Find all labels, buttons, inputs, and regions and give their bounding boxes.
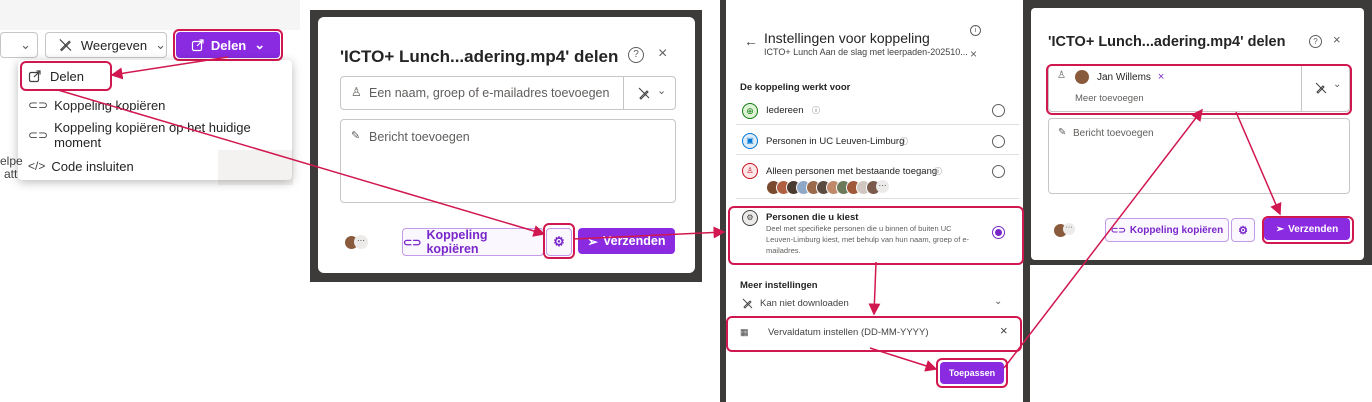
building-icon: ▣ <box>742 133 758 149</box>
info-icon: ⓘ <box>934 167 942 176</box>
link-icon: ⊂⊃ <box>28 128 49 142</box>
send-highlight <box>1262 216 1354 244</box>
edit-icon: ✎ <box>1058 127 1067 138</box>
radio-iedereen[interactable] <box>992 104 1005 117</box>
expiry-highlight <box>726 316 1022 352</box>
section-label: De koppeling werkt voor <box>740 82 851 93</box>
name-input-placeholder: Een naam, groep of e-mailadres toevoegen <box>369 86 610 100</box>
option-uc-leuven-limburg[interactable]: ▣ Personen in UC Leuven-Limburg ⓘ <box>736 128 1019 155</box>
person-icon: ♙ <box>742 163 758 179</box>
send-button[interactable]: ➢ Verzenden <box>578 228 675 254</box>
copy-link-button[interactable]: ⊂⊃ Koppeling kopiëren <box>1105 218 1229 242</box>
option-label: Iedereen <box>766 105 804 116</box>
menu-item-label: Koppeling kopiëren op het huidige moment <box>54 120 251 150</box>
close-icon[interactable]: × <box>658 45 667 63</box>
send-label: Verzenden <box>602 234 666 248</box>
menu-item-koppeling-huidig-moment[interactable]: ⊂⊃ Koppeling kopiëren op het huidige mom… <box>28 120 292 150</box>
link-icon: ⊂⊃ <box>28 98 49 112</box>
input-divider <box>623 77 624 109</box>
settings-gear-button[interactable]: ⚙ <box>1231 218 1255 242</box>
download-setting-label: Kan niet downloaden <box>760 298 849 309</box>
globe-icon: ⊕ <box>742 103 758 119</box>
no-pen-icon[interactable] <box>637 86 651 100</box>
option-label: Alleen personen met bestaande toegang <box>766 166 938 177</box>
no-download-icon <box>742 298 753 309</box>
copy-link-label: Koppeling kopiëren <box>426 228 488 256</box>
recipients-highlight <box>1046 64 1352 115</box>
share-menu: Delen ⊂⊃ Koppeling kopiëren ⊂⊃ Koppeling… <box>18 60 292 180</box>
more-settings-label: Meer instellingen <box>740 280 818 291</box>
selected-option-highlight <box>728 206 1024 265</box>
settings-title: Instellingen voor koppeling <box>764 30 930 46</box>
dialog-title: 'ICTO+ Lunch...adering.mp4' delen <box>1048 34 1286 50</box>
help-icon[interactable]: ? <box>1309 35 1322 48</box>
more-avatars: ··· <box>876 180 889 193</box>
message-placeholder: Bericht toevoegen <box>1073 128 1154 139</box>
gear-icon: ⚙ <box>1238 224 1248 237</box>
close-icon[interactable]: × <box>970 47 977 61</box>
dialog-title: 'ICTO+ Lunch...adering.mp4' delen <box>340 47 619 66</box>
settings-subtitle: ICTO+ Lunch Aan de slag met leerpaden-20… <box>764 47 968 57</box>
info-icon[interactable]: i <box>970 25 981 36</box>
radio-bestaande-toegang[interactable] <box>992 165 1005 178</box>
link-icon: ⊂⊃ <box>403 236 422 249</box>
chevron-down-icon: ⌄ <box>20 37 31 52</box>
toolbar-button-partial[interactable]: ⌄ <box>0 32 38 58</box>
settings-dialog: ← Instellingen voor koppeling ICTO+ Lunc… <box>726 0 1024 402</box>
back-arrow-icon[interactable]: ← <box>744 33 758 49</box>
menu-delen-highlight <box>20 61 112 91</box>
download-setting[interactable]: Kan niet downloaden ⌄ <box>740 296 1005 312</box>
radio-uc-leuven-limburg[interactable] <box>992 135 1005 148</box>
chevron-down-icon: ⌄ <box>657 85 667 97</box>
weergeven-label: Weergeven <box>80 37 148 53</box>
more-avatars-button[interactable]: ··· <box>1063 223 1075 235</box>
settings-gear-highlight <box>543 223 575 259</box>
person-icon: ♙ <box>351 85 362 99</box>
copy-link-label: Koppeling kopiëren <box>1129 224 1224 236</box>
help-icon[interactable]: ? <box>628 47 644 63</box>
link-icon: ⊂⊃ <box>1110 224 1126 235</box>
no-pen-icon <box>59 39 72 52</box>
toolbar-panel: ⌄ Weergeven ⌄ Delen ⌄ elpe att Delen ⊂⊃ <box>0 0 300 190</box>
more-avatars-button[interactable]: ··· <box>354 235 368 249</box>
background-text-2: att <box>4 167 18 181</box>
share-dialog-2: 'ICTO+ Lunch...adering.mp4' delen ? × ♙ … <box>1031 8 1364 260</box>
option-label: Personen in UC Leuven-Limburg <box>766 136 905 147</box>
code-icon: </> <box>28 159 46 173</box>
message-input[interactable]: ✎ Bericht toevoegen <box>1048 118 1350 194</box>
toolbar-strip <box>0 0 300 30</box>
weergeven-button[interactable]: Weergeven ⌄ <box>45 32 167 58</box>
delen-button-highlight <box>173 29 283 61</box>
close-icon[interactable]: × <box>1333 32 1341 47</box>
message-input[interactable]: ✎ Bericht toevoegen <box>340 119 676 203</box>
option-bestaande-toegang[interactable]: ♙ Alleen personen met bestaande toegang … <box>736 158 1019 199</box>
share-dialog: 'ICTO+ Lunch...adering.mp4' delen ? × ♙ … <box>318 17 695 273</box>
name-input[interactable]: ♙ Een naam, groep of e-mailadres toevoeg… <box>340 76 676 110</box>
message-placeholder: Bericht toevoegen <box>369 130 470 144</box>
chevron-down-icon: ⌄ <box>994 296 1003 307</box>
menu-item-code-insluiten[interactable]: </> Code insluiten <box>28 153 134 179</box>
edit-icon: ✎ <box>351 130 361 142</box>
info-icon: ⓘ <box>812 106 820 115</box>
menu-item-koppeling-kopieren[interactable]: ⊂⊃ Koppeling kopiëren <box>28 92 165 118</box>
option-iedereen[interactable]: ⊕ Iedereen ⓘ <box>736 98 1019 125</box>
apply-highlight <box>936 358 1008 388</box>
menu-item-label: Code insluiten <box>51 158 134 174</box>
send-icon: ➢ <box>587 234 598 249</box>
menu-item-label: Koppeling kopiëren <box>54 97 166 113</box>
chevron-down-icon: ⌄ <box>155 37 166 52</box>
copy-link-button[interactable]: ⊂⊃ Koppeling kopiëren <box>402 228 544 256</box>
info-icon: ⓘ <box>900 137 908 146</box>
